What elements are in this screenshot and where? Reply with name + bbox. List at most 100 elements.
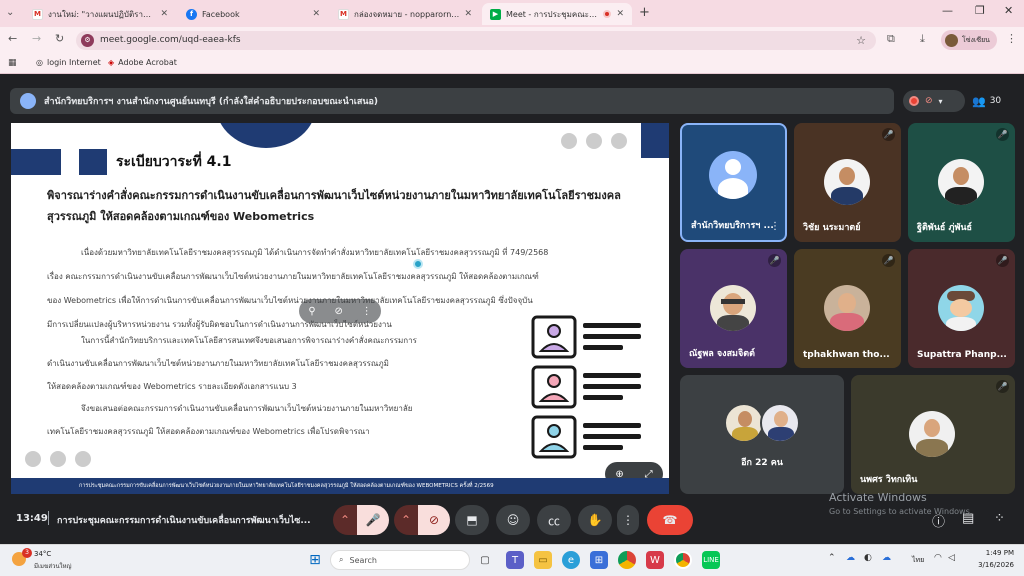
camera-toggle-button[interactable]: ⊘ xyxy=(418,505,450,535)
mic-toggle-button[interactable]: 🎤 xyxy=(357,505,389,535)
recording-icon xyxy=(603,10,612,18)
participant-tile[interactable]: 🎤 วิชัย นระมาตย์ xyxy=(794,123,901,242)
participant-name: ณัฐพล จงสมจิตต์ xyxy=(689,349,755,359)
weather-widget[interactable]: 3 34°C มีเมฆส่วนใหญ่ xyxy=(8,548,98,572)
taskbar-search[interactable]: ⌕ Search xyxy=(330,550,470,570)
hand-icon: ✋ xyxy=(587,513,603,527)
raise-hand-button[interactable]: ✋ xyxy=(578,505,612,535)
chat-icon[interactable]: ▤ xyxy=(962,511,974,526)
reactions-button[interactable]: ☺ xyxy=(496,505,530,535)
more-options-button[interactable]: ⋮ xyxy=(617,505,639,535)
bookmark-acrobat[interactable]: ◈ Adobe Acrobat xyxy=(108,58,177,67)
leave-call-button[interactable]: ☎ xyxy=(647,505,693,535)
avatar xyxy=(710,285,756,331)
participant-name: สำนักวิทยบริการฯ ... xyxy=(691,221,774,231)
restore-icon[interactable]: ❐ xyxy=(975,4,985,17)
participant-tile[interactable]: สำนักวิทยบริการฯ ... ⋮ xyxy=(680,123,787,242)
para-line: ให้สอดคล้องตามเกณฑ์ของ Webometrics รายละ… xyxy=(47,382,297,391)
chrome-icon[interactable] xyxy=(618,551,636,569)
camera-off-icon: ⊘ xyxy=(428,513,440,527)
para-line: เรื่อง คณะกรรมการดำเนินงานขับเคลื่อนการพ… xyxy=(47,272,539,281)
downloads-icon[interactable]: ⤓ xyxy=(920,32,925,46)
more-options-icon[interactable]: ⋮ xyxy=(362,306,372,317)
close-tab-icon[interactable]: ✕ xyxy=(160,9,168,19)
close-tab-icon[interactable]: ✕ xyxy=(464,9,472,19)
mic-off-icon: 🎤 xyxy=(996,380,1009,393)
participant-tile[interactable]: อีก 22 คน xyxy=(680,375,844,494)
store-icon[interactable]: ⊞ xyxy=(590,551,608,569)
avatar xyxy=(945,33,958,47)
extensions-icon[interactable]: ⧉ xyxy=(887,32,895,46)
avatar xyxy=(824,159,870,205)
site-info-icon[interactable]: ⚙ xyxy=(81,34,94,47)
start-icon[interactable]: ⊞ xyxy=(306,551,324,569)
participant-name: Supattra Phanp... xyxy=(917,350,1007,360)
tab-meet[interactable]: ▶ Meet - การประชุมคณะกรรมการ ✕ xyxy=(482,3,632,25)
apps-icon[interactable]: ▦ xyxy=(8,58,17,68)
slide-dot xyxy=(611,133,627,149)
task-view-icon[interactable]: ▢ xyxy=(476,551,494,569)
mute-presentation-icon[interactable]: ⊘ xyxy=(334,306,342,317)
video-options-button[interactable]: ⌃ xyxy=(394,505,418,535)
emoji-icon: ☺ xyxy=(506,513,520,527)
tray-app-icon[interactable]: ◐ xyxy=(864,553,872,563)
slide-paragraph-2: ในการนี้สำนักวิทยบริการและเทคโนโลยีสารสน… xyxy=(47,329,497,398)
tab-inbox[interactable]: M กล่องจดหมาย - nopparorn.w@rmutsb ✕ xyxy=(330,3,480,25)
mic-off-icon: 🎤 xyxy=(882,254,895,267)
present-button[interactable]: ⬒ xyxy=(455,505,489,535)
tab-facebook[interactable]: f Facebook ✕ xyxy=(178,3,328,25)
back-icon[interactable]: ← xyxy=(8,32,17,45)
url-bar[interactable]: ⚙ meet.google.com/uqd-eaea-kfs ☆ xyxy=(76,31,876,50)
para-line: จึงขอเสนอต่อคณะกรรมการดำเนินงานขับเคลื่อ… xyxy=(81,404,413,413)
close-tab-icon[interactable]: ✕ xyxy=(312,9,320,19)
wifi-icon[interactable]: ◠ xyxy=(934,553,942,563)
participant-tile[interactable]: 🎤 ฐิติพันธ์ ภู่พันธ์ xyxy=(908,123,1015,242)
close-window-icon[interactable]: ✕ xyxy=(1004,4,1013,17)
participant-tile[interactable]: 🎤 Supattra Phanp... xyxy=(908,249,1015,368)
clock-date[interactable]: 3/16/2026 xyxy=(964,561,1014,569)
recording-indicator[interactable]: ⊘ ▾ xyxy=(903,90,965,112)
edge-icon[interactable]: e xyxy=(562,551,580,569)
line-icon[interactable]: LINE xyxy=(702,551,720,569)
globe-icon: ◎ xyxy=(36,58,43,67)
profile-card-3 xyxy=(531,415,641,459)
participant-tile[interactable]: 🎤 ณัฐพล จงสมจิตต์ xyxy=(680,249,787,368)
new-tab-button[interactable]: + xyxy=(639,5,650,20)
clock-time[interactable]: 1:49 PM xyxy=(970,549,1014,557)
pin-off-icon[interactable]: ⚲ xyxy=(308,306,315,317)
tab-search-icon[interactable]: ⌄ xyxy=(6,7,14,18)
captions-button[interactable]: ㏄ xyxy=(537,505,571,535)
forward-icon[interactable]: → xyxy=(32,32,41,45)
tray-cloud-icon[interactable]: ☁ xyxy=(882,553,891,563)
audio-options-button[interactable]: ⌃ xyxy=(333,505,357,535)
no-camera-icon: ⊘ xyxy=(925,96,933,106)
teams-icon[interactable]: T xyxy=(506,551,524,569)
search-icon: ⌕ xyxy=(339,555,344,564)
more-options-icon[interactable]: ⋮ xyxy=(770,221,780,232)
menu-icon[interactable]: ⋮ xyxy=(1006,32,1017,45)
file-explorer-icon[interactable]: ▭ xyxy=(534,551,552,569)
tab-task[interactable]: M งานใหม่: "วางแผนปฏิบัติราชการ 16- ✕ xyxy=(24,3,176,25)
tray-overflow-icon[interactable]: ⌃ xyxy=(828,553,836,563)
participant-tile[interactable]: 🎤 tphakhwan tho... xyxy=(794,249,901,368)
language-indicator[interactable]: ไทย xyxy=(912,555,924,566)
participant-tile[interactable]: 🎤 นพศร วิทกเทิน xyxy=(851,375,1015,494)
profile-button[interactable]: โซ่งเซียน xyxy=(941,30,997,50)
close-tab-icon[interactable]: ✕ xyxy=(616,9,624,19)
avatar xyxy=(938,285,984,331)
minimize-icon[interactable]: — xyxy=(942,4,953,17)
volume-icon[interactable]: ◁ xyxy=(948,553,955,563)
bookmark-login[interactable]: ◎ login Internet xyxy=(36,58,101,67)
bookmark-star-icon[interactable]: ☆ xyxy=(856,31,866,50)
onedrive-icon[interactable]: ☁ xyxy=(846,553,855,563)
app-icon[interactable]: W xyxy=(646,551,664,569)
tab-label: Meet - การประชุมคณะกรรมการ xyxy=(506,9,599,19)
activities-icon[interactable]: ⁘ xyxy=(994,511,1005,526)
reload-icon[interactable]: ↻ xyxy=(55,32,64,45)
chrome-profile-icon[interactable] xyxy=(674,551,692,569)
slide-dot xyxy=(586,133,602,149)
participants-count[interactable]: 👥 30 xyxy=(972,91,1016,111)
slide-footer: การประชุมคณะกรรมการขับเคลื่อนการพัฒนาเว็… xyxy=(11,478,669,494)
meeting-info-icon[interactable]: ⓘ xyxy=(932,511,945,530)
tab-label: กล่องจดหมาย - nopparorn.w@rmutsb xyxy=(354,9,459,19)
